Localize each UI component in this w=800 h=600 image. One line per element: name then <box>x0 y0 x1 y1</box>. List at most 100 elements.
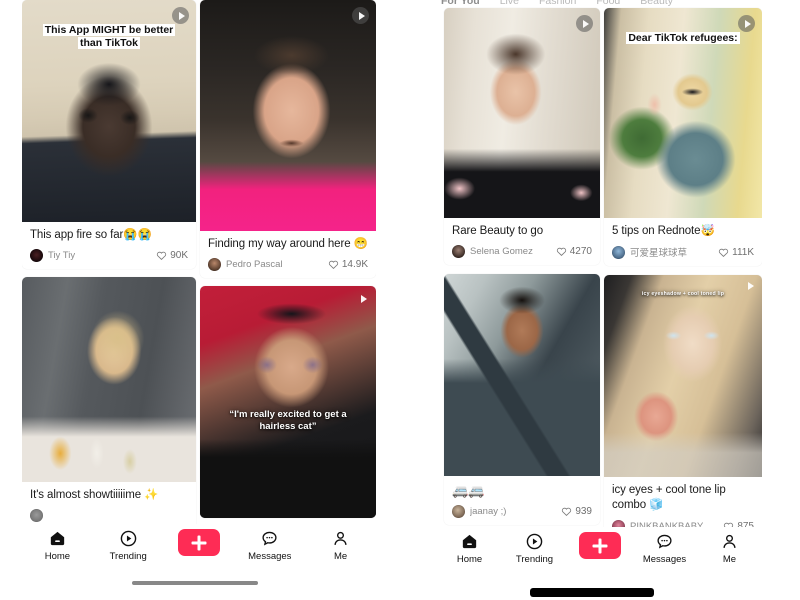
feed-card[interactable]: Dear TikTok refugees: 5 tips on Rednote🤯… <box>604 8 762 267</box>
screenshot-root: This App MIGHT be better than TikTok Thi… <box>0 0 800 600</box>
card-author[interactable]: Pedro Pascal <box>208 258 283 272</box>
home-indicator <box>530 588 654 597</box>
card-title: icy eyes + cool tone lip combo 🧊 <box>612 484 726 512</box>
card-meta: Finding my way around here 😁 Pedro Pasca… <box>200 231 376 278</box>
nav-label: Me <box>333 551 348 562</box>
nav-item-create[interactable] <box>164 529 235 556</box>
card-thumbnail[interactable]: Dear TikTok refugees: <box>604 8 762 218</box>
plus-icon[interactable] <box>177 529 220 556</box>
author-name: jaanay ;) <box>470 506 507 518</box>
card-thumbnail[interactable] <box>22 277 196 483</box>
like-count[interactable]: 4270 <box>556 246 592 257</box>
nav-item-trending[interactable]: Trending <box>502 532 567 565</box>
card-meta: 5 tips on Rednote🤯 可爱星球球草 111K <box>604 218 762 266</box>
nav-item-create[interactable] <box>567 532 632 559</box>
card-author[interactable]: jaanay ;) <box>452 505 507 519</box>
home-indicator <box>132 581 258 585</box>
play-icon[interactable] <box>738 15 755 32</box>
card-overlay-caption: This App MIGHT be better than TikTok <box>42 24 176 50</box>
nav-item-me[interactable]: Me <box>697 532 762 565</box>
author-name: Tiy Tiy <box>48 250 76 262</box>
author-name: Pedro Pascal <box>226 259 283 271</box>
avatar <box>612 245 625 259</box>
feed-card[interactable]: Rare Beauty to go Selena Gomez 4270 <box>444 8 600 266</box>
feed-card[interactable]: 🚐🚐 jaanay ;) 939 <box>444 274 600 526</box>
author-name: Selena Gomez <box>470 246 533 258</box>
heart-icon <box>562 508 572 517</box>
card-title: It's almost showtiiiiime ✨ <box>30 489 159 502</box>
card-meta: Rare Beauty to go Selena Gomez 4270 <box>444 218 600 265</box>
card-title: Finding my way around here 😁 <box>208 238 368 250</box>
card-thumbnail[interactable] <box>444 8 600 218</box>
nav-item-home[interactable]: Home <box>437 532 502 565</box>
card-title: 5 tips on Rednote🤯 <box>612 225 715 237</box>
nav-label: Home <box>456 554 483 565</box>
card-thumbnail[interactable] <box>444 274 600 477</box>
card-thumbnail[interactable]: This App MIGHT be better than TikTok <box>22 0 196 222</box>
nav-item-home[interactable]: Home <box>22 529 93 562</box>
nav-label: Me <box>722 554 737 565</box>
nav-label: Home <box>44 551 71 562</box>
right-feed[interactable]: Rare Beauty to go Selena Gomez 4270 🚐🚐 j… <box>437 0 762 597</box>
right-bottom-nav[interactable]: Home Trending Messages Me <box>437 527 762 571</box>
heart-icon <box>157 251 167 261</box>
left-phone-screenshot: This App MIGHT be better than TikTok Thi… <box>22 0 376 594</box>
feed-card[interactable]: “I'm really excited to get a hairless ca… <box>200 286 376 519</box>
nav-item-me[interactable]: Me <box>305 529 376 562</box>
feed-card[interactable]: icy eyeshadow + cool toned lip icy eyes … <box>604 275 762 540</box>
right-feed-column-1: Rare Beauty to go Selena Gomez 4270 🚐🚐 j… <box>444 8 600 532</box>
avatar <box>30 509 43 523</box>
play-icon[interactable] <box>172 7 189 24</box>
feed-card[interactable]: It's almost showtiiiiime ✨ <box>22 277 196 530</box>
card-title: This app fire so far😭😭 <box>30 229 152 241</box>
like-count-value: 14.9K <box>341 259 368 271</box>
messages-bubble-icon <box>261 529 278 548</box>
person-icon <box>332 529 349 548</box>
card-meta: This app fire so far😭😭 Tiy Tiy 90K <box>22 222 196 269</box>
home-icon <box>49 529 66 548</box>
avatar <box>208 258 221 272</box>
like-count[interactable]: 939 <box>561 506 592 517</box>
card-thumbnail[interactable]: “I'm really excited to get a hairless ca… <box>200 286 376 519</box>
left-feed-column-1: This App MIGHT be better than TikTok Thi… <box>22 0 196 536</box>
left-feed[interactable]: This App MIGHT be better than TikTok Thi… <box>22 0 376 594</box>
right-feed-column-2: Dear TikTok refugees: 5 tips on Rednote🤯… <box>604 8 762 547</box>
play-icon[interactable] <box>352 7 369 24</box>
plus-icon[interactable] <box>578 532 621 559</box>
nav-item-messages[interactable]: Messages <box>632 532 697 565</box>
messages-bubble-icon <box>656 532 673 551</box>
trending-play-icon <box>526 532 543 551</box>
like-count[interactable]: 111K <box>718 247 754 258</box>
avatar <box>452 505 465 519</box>
card-overlay-caption: Dear TikTok refugees: <box>626 32 740 44</box>
card-title: 🚐🚐 <box>452 483 485 499</box>
card-author[interactable]: Tiy Tiy <box>30 249 76 263</box>
avatar <box>452 245 465 259</box>
play-icon[interactable] <box>576 15 593 32</box>
nav-label: Messages <box>642 554 687 565</box>
right-phone-screenshot: For You Live Fashion Food Beauty Rare Be… <box>437 0 762 597</box>
avatar <box>30 249 43 263</box>
left-bottom-nav[interactable]: Home Trending Messages Me <box>22 524 376 568</box>
like-count-value: 939 <box>575 506 592 518</box>
card-thumbnail[interactable]: icy eyeshadow + cool toned lip <box>604 275 762 478</box>
card-thumbnail[interactable] <box>200 0 376 231</box>
heart-icon <box>556 247 566 257</box>
person-icon <box>721 532 738 551</box>
nav-label: Messages <box>248 551 292 562</box>
like-count[interactable]: 14.9K <box>328 259 368 270</box>
card-author[interactable] <box>30 509 48 523</box>
card-author[interactable]: Selena Gomez <box>452 245 533 259</box>
feed-card[interactable]: This App MIGHT be better than TikTok Thi… <box>22 0 196 270</box>
nav-item-trending[interactable]: Trending <box>93 529 164 562</box>
like-count[interactable]: 90K <box>156 250 188 261</box>
feed-card[interactable]: Finding my way around here 😁 Pedro Pasca… <box>200 0 376 279</box>
trending-play-icon <box>120 529 137 548</box>
nav-label: Trending <box>515 554 554 565</box>
nav-label: Trending <box>109 551 147 562</box>
card-author[interactable]: 可爱星球球草 <box>612 245 687 259</box>
like-count-value: 4270 <box>569 246 592 258</box>
nav-item-messages[interactable]: Messages <box>234 529 305 562</box>
card-meta: 🚐🚐 jaanay ;) 939 <box>444 476 600 525</box>
like-count-value: 90K <box>170 250 188 262</box>
